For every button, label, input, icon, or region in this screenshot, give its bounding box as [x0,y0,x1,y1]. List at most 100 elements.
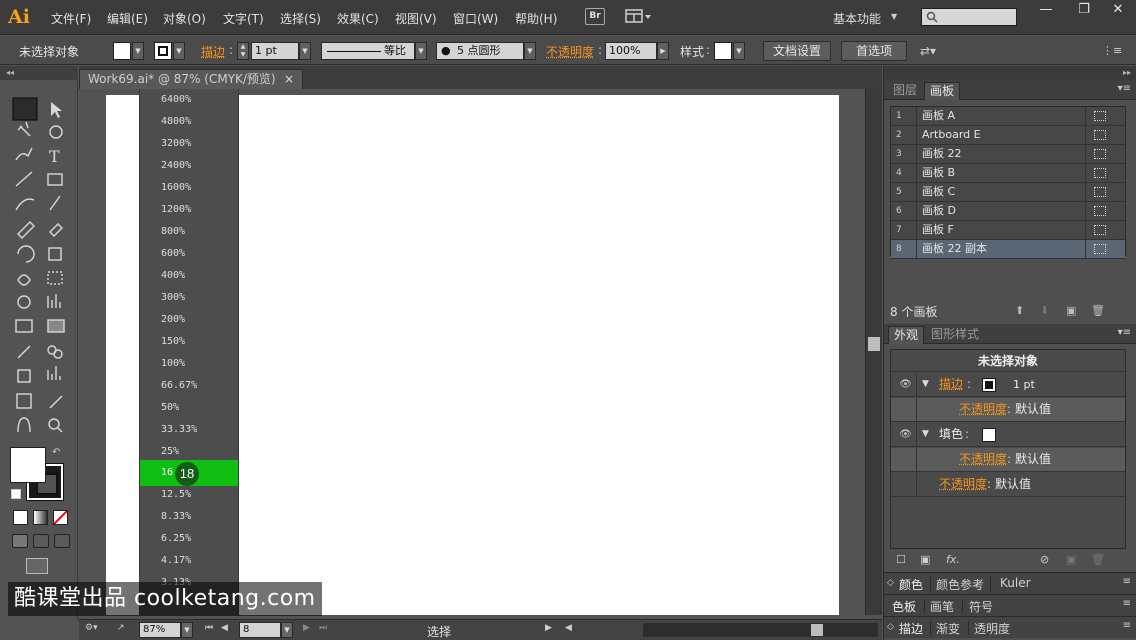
default-colors-icon[interactable] [11,489,21,499]
tab-color-guide[interactable]: 颜色参考 [936,576,984,593]
zoom-option[interactable]: 8.33% [140,506,238,528]
fill-dropdown-arrow[interactable]: ▼ [132,42,144,60]
eye-icon[interactable] [895,473,917,496]
close-window-button[interactable]: ✕ [1100,1,1136,21]
opacity-label[interactable]: 不透明度 [959,448,1007,471]
graphic-style-swatch[interactable] [714,42,732,60]
draw-behind-button[interactable] [33,534,49,548]
lasso-tool[interactable] [43,122,67,144]
draw-inside-button[interactable] [54,534,70,548]
opacity-label[interactable]: 不透明度 [939,473,987,496]
zoom-tool[interactable] [43,418,67,440]
artboard-options-icon[interactable] [1094,187,1106,197]
eye-icon[interactable] [895,398,917,421]
slice-tool[interactable] [43,394,67,416]
stroke-weight-arrow[interactable]: ▼ [299,42,311,60]
fx-icon[interactable]: fx. [946,553,960,566]
tab-kuler[interactable]: Kuler [1000,576,1031,590]
delete-item-icon[interactable]: 🗑 [1091,553,1105,566]
opacity-label[interactable]: 不透明度 [546,43,594,60]
zoom-option[interactable]: 800% [140,221,238,243]
eye-icon[interactable]: 👁 [895,423,917,446]
draw-normal-button[interactable] [12,534,28,548]
list-item[interactable]: 5 画板 C [891,183,1125,202]
menu-type[interactable]: 文字(T) [223,10,264,26]
panel-menu-icon[interactable]: ▾≡ [1118,83,1131,94]
list-item[interactable]: 4 画板 B [891,164,1125,183]
disclosure-triangle-icon[interactable]: ▼ [922,423,929,446]
last-artboard-icon[interactable]: ⏭ [319,623,327,633]
new-artboard-icon[interactable]: ▣ [1066,304,1076,317]
collapse-arrow-icon[interactable]: ◇ [887,578,894,588]
list-item[interactable]: 3 画板 22 [891,145,1125,164]
appearance-stroke-label[interactable]: 描边 [939,373,963,396]
stroke-color-swatch[interactable] [154,42,172,60]
fill-color-swatch[interactable] [113,42,131,60]
tab-symbols[interactable]: 符号 [969,598,993,615]
tab-swatches[interactable]: 色板 [892,598,916,615]
pencil-tool[interactable] [43,196,67,218]
zoom-option[interactable]: 200% [140,309,238,331]
scale-tool[interactable] [43,246,67,268]
eraser-tool[interactable] [43,220,67,242]
artboard-options-icon[interactable] [1094,225,1106,235]
search-input[interactable] [921,8,1017,26]
color-mode-button[interactable] [13,510,28,525]
appearance-stroke-row[interactable]: 👁 ▼ 描边 : 1 pt [891,373,1125,397]
preferences-button[interactable]: 首选项 [841,41,907,61]
horizontal-scrollbar[interactable] [643,623,878,637]
menu-edit[interactable]: 编辑(E) [107,10,148,26]
graphic-style-arrow[interactable]: ▼ [733,42,745,60]
duplicate-item-icon[interactable]: ▣ [1066,553,1076,566]
stroke-dropdown-arrow[interactable]: ▼ [173,42,185,60]
opacity-field[interactable]: 100% [605,42,657,60]
paintbrush-tool[interactable] [13,196,37,218]
zoom-option[interactable]: 50% [140,397,238,419]
zoom-option[interactable]: 600% [140,243,238,265]
mesh-tool[interactable] [13,320,37,342]
close-tab-icon[interactable]: × [284,70,294,88]
appearance-object-opacity-row[interactable]: 不透明度 : 默认值 [891,473,1125,497]
none-mode-button[interactable] [53,510,68,525]
export-icon[interactable]: ↗ [117,623,125,633]
free-transform-tool[interactable] [43,270,67,292]
magic-wand-tool[interactable] [13,122,37,144]
zoom-option[interactable]: 1200% [140,199,238,221]
menu-help[interactable]: 帮助(H) [515,10,557,26]
gradient-mode-button[interactable] [33,510,48,525]
arrange-documents-button[interactable] [625,8,653,25]
hand-tool[interactable] [13,418,37,440]
artboard-dropdown-arrow[interactable]: ▼ [281,622,293,638]
menu-effect[interactable]: 效果(C) [337,10,379,26]
tab-appearance[interactable]: 外观 [888,326,925,344]
artboard-number-field[interactable]: 8 [239,622,281,638]
clear-appearance-icon[interactable]: ⊘ [1040,553,1049,566]
vertical-scroll-thumb[interactable] [868,337,880,351]
add-stroke-icon[interactable]: ☐ [896,553,906,566]
next-artboard-icon[interactable]: ▶ [303,623,310,633]
pen-tool[interactable] [13,148,37,170]
tab-artboards[interactable]: 画板 [924,82,961,100]
workspace-switcher[interactable]: 基本功能 [833,10,881,27]
blob-brush-tool[interactable] [13,220,37,242]
move-up-icon[interactable]: ⬆ [1015,304,1024,317]
bridge-button[interactable]: Br [585,8,605,25]
horizontal-scroll-thumb[interactable] [811,624,823,636]
menu-select[interactable]: 选择(S) [280,10,321,26]
swap-fill-stroke-icon[interactable]: ↶ [52,447,60,458]
menu-window[interactable]: 窗口(W) [453,10,498,26]
zoom-option[interactable]: 150% [140,331,238,353]
rotate-tool[interactable] [13,246,37,268]
zoom-option[interactable]: 2400% [140,155,238,177]
stroke-weight-field[interactable]: 1 pt [251,42,299,60]
list-item[interactable]: 1 画板 A [891,107,1125,126]
vertical-scrollbar[interactable] [865,89,882,615]
tab-color[interactable]: 颜色 [899,576,923,593]
screen-mode-button[interactable] [26,558,48,574]
tools-collapse-handle[interactable]: ◂◂ [0,66,78,80]
previous-artboard-icon[interactable]: ◀ [221,623,228,633]
tab-transparency[interactable]: 透明度 [974,620,1010,637]
document-setup-button[interactable]: 文档设置 [763,41,831,61]
eye-icon[interactable]: 👁 [895,373,917,396]
zoom-option[interactable]: 33.33% [140,419,238,441]
